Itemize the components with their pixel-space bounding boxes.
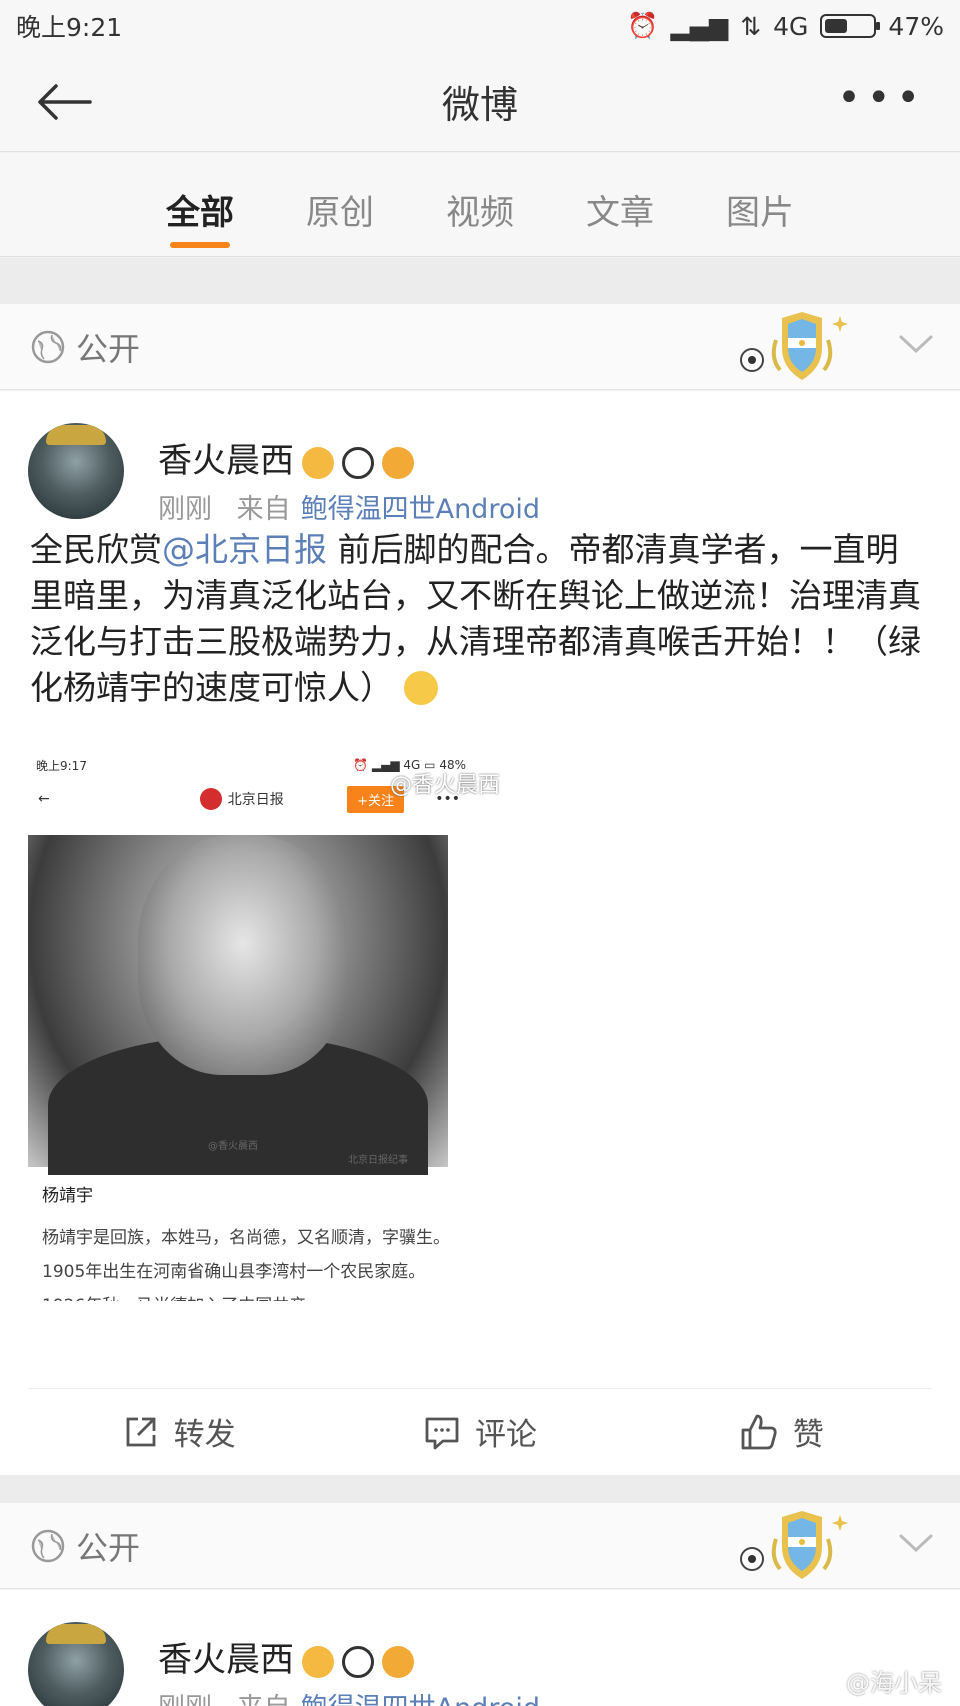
comment-label: 评论 bbox=[474, 1417, 537, 1453]
photo-credit-2: 北京日报纪事 bbox=[348, 1155, 408, 1166]
nav-bar: 微博 ••• bbox=[0, 52, 960, 152]
like-button[interactable]: 赞 bbox=[631, 1389, 932, 1474]
image-account-logo-icon bbox=[199, 788, 222, 810]
visibility-label-2: 公开 bbox=[76, 1528, 141, 1567]
crown-icon bbox=[46, 1624, 106, 1644]
argentina-badge-icon bbox=[740, 1511, 848, 1579]
tab-original[interactable]: 原创 bbox=[270, 153, 410, 256]
status-icons: ⏰ ▂▄▆ ⇅ 4G 47% bbox=[627, 11, 944, 41]
repost-icon bbox=[126, 1417, 156, 1446]
page-title: 微博 bbox=[441, 83, 518, 127]
clock-badge-icon bbox=[302, 1645, 334, 1678]
like-label: 赞 bbox=[792, 1417, 824, 1453]
image-account-name: 北京日报 bbox=[227, 792, 284, 808]
post-card: 香火晨西 刚刚 来自 鲍得温四世Android 全民欣赏@北京日报 前后脚的配合。… bbox=[0, 391, 960, 1475]
grin-emoji-icon bbox=[403, 671, 438, 705]
chevron-down-icon[interactable] bbox=[898, 1531, 934, 1555]
image-account: 北京日报 bbox=[199, 788, 284, 810]
post2-username-row: 香火晨西 bbox=[158, 1632, 414, 1681]
status-time: 晚上9:21 bbox=[16, 13, 123, 42]
mention-link[interactable]: @北京日报 bbox=[162, 530, 327, 569]
signal-icon: ▂▄▆ bbox=[670, 11, 729, 41]
post2-source[interactable]: 鲍得温四世Android bbox=[301, 1693, 540, 1706]
visibility-bar-2: 公开 bbox=[0, 1503, 960, 1589]
post-time: 刚刚 bbox=[158, 494, 212, 525]
post-source[interactable]: 鲍得温四世Android bbox=[301, 494, 540, 525]
photo-credit-1: @香火晨西 bbox=[208, 1141, 258, 1152]
comment-button[interactable]: 评论 bbox=[329, 1389, 630, 1474]
tab-bar: 全部 原创 视频 文章 图片 bbox=[0, 153, 960, 257]
tab-all[interactable]: 全部 bbox=[130, 153, 270, 256]
back-arrow-icon[interactable] bbox=[34, 82, 94, 122]
portrait-photo: @香火晨西 北京日报纪事 bbox=[28, 835, 448, 1175]
battery-icon bbox=[820, 14, 881, 38]
image-watermark: @香火晨西 bbox=[390, 773, 501, 798]
caption-body: 杨靖宇是回族，本姓马，名尚德，又名顺清，字骥生。1905年出生在河南省确山县李湾… bbox=[42, 1228, 450, 1301]
repost-button[interactable]: 转发 bbox=[28, 1389, 329, 1474]
divider bbox=[0, 1475, 960, 1503]
battery-percent: 47% bbox=[888, 11, 944, 41]
status-bar: 晚上9:21 ⏰ ▂▄▆ ⇅ 4G 47% bbox=[0, 0, 960, 52]
post2-source-prefix: 来自 bbox=[237, 1693, 291, 1706]
repost-label: 转发 bbox=[173, 1417, 236, 1453]
page-watermark: @海小呆 bbox=[846, 1669, 942, 1697]
post-meta: 刚刚 来自 鲍得温四世Android bbox=[158, 487, 540, 526]
visibility-bar: 公开 bbox=[0, 304, 960, 390]
thumbs-up-icon bbox=[741, 1414, 777, 1449]
tab-photo[interactable]: 图片 bbox=[690, 153, 830, 256]
post2-time: 刚刚 bbox=[158, 1693, 212, 1706]
post-actions: 转发 评论 赞 bbox=[28, 1388, 932, 1474]
globe-icon bbox=[31, 330, 65, 363]
comment-icon bbox=[425, 1417, 459, 1449]
network-label: 4G bbox=[773, 11, 809, 41]
crown-icon bbox=[46, 425, 106, 445]
post-body: 全民欣赏@北京日报 前后脚的配合。帝都清真学者，一直明里暗里，为清真泛化站台，又… bbox=[30, 527, 930, 711]
image-status-time: 晚上9:17 bbox=[36, 758, 87, 773]
source-prefix: 来自 bbox=[236, 494, 291, 525]
divider bbox=[0, 258, 960, 304]
chevron-down-icon[interactable] bbox=[898, 332, 934, 356]
visibility-label: 公开 bbox=[76, 329, 141, 368]
post2-username[interactable]: 香火晨西 bbox=[158, 1640, 294, 1680]
avatar[interactable] bbox=[28, 423, 124, 519]
data-icon: ⇅ bbox=[740, 11, 762, 41]
post2-meta: 刚刚 来自鲍得温四世Android bbox=[158, 1686, 540, 1706]
post-username[interactable]: 香火晨西 bbox=[158, 441, 294, 481]
clock-badge-icon bbox=[302, 446, 334, 479]
panda-badge-icon bbox=[342, 1645, 374, 1678]
post-image[interactable]: 晚上9:17 ⏰ ▂▄▆ 4G ▭ 48% ← 北京日报 +关注 ••• @香火… bbox=[28, 751, 474, 1311]
globe-icon bbox=[31, 1529, 65, 1562]
battery-fill bbox=[825, 19, 848, 33]
tab-video[interactable]: 视频 bbox=[410, 153, 550, 256]
post-text-start: 全民欣赏 bbox=[30, 530, 162, 569]
more-icon[interactable]: ••• bbox=[837, 78, 926, 118]
image-back-icon: ← bbox=[38, 791, 50, 807]
panda-badge-icon bbox=[342, 446, 374, 479]
alarm-icon: ⏰ bbox=[627, 11, 659, 40]
argentina-badge-icon bbox=[740, 312, 848, 380]
answer-badge-icon bbox=[382, 446, 414, 479]
tab-article[interactable]: 文章 bbox=[550, 153, 690, 256]
post-card-2: 香火晨西 刚刚 来自鲍得温四世Android bbox=[0, 1590, 960, 1706]
post-username-row: 香火晨西 bbox=[158, 433, 414, 482]
caption-title: 杨靖宇 bbox=[42, 1186, 93, 1206]
portrait-face bbox=[138, 835, 348, 1075]
answer-badge-icon bbox=[382, 1645, 414, 1678]
avatar-2[interactable] bbox=[28, 1622, 124, 1706]
